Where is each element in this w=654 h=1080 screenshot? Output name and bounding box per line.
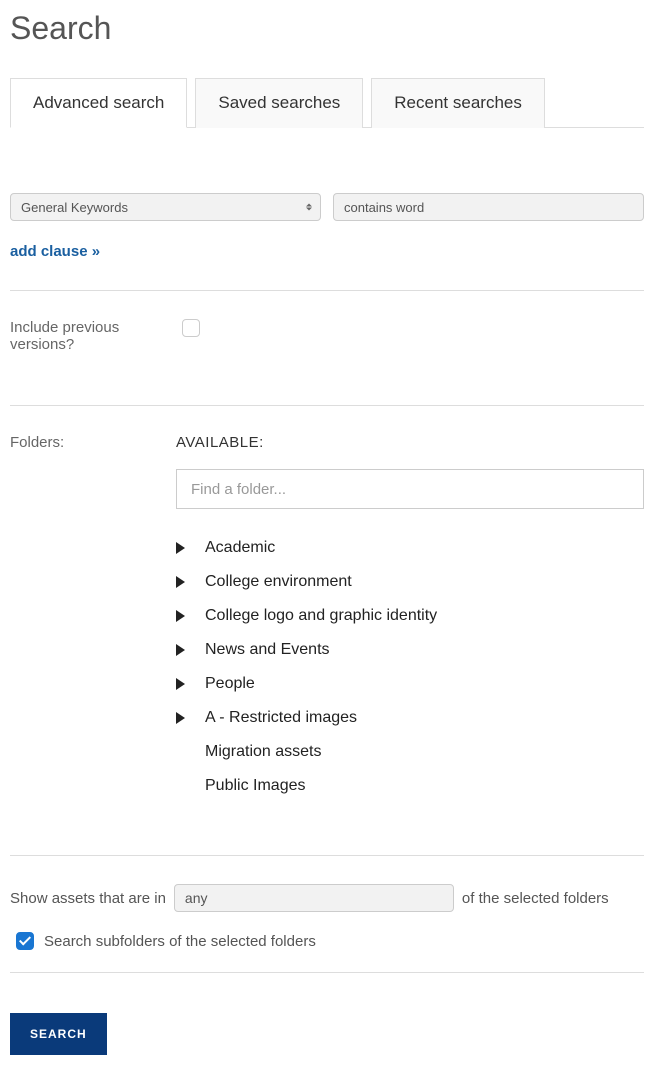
- clause-row: General Keywords contains word: [10, 193, 644, 221]
- folder-label: Migration assets: [205, 743, 322, 761]
- folders-label: Folders:: [10, 434, 176, 451]
- folder-label: Public Images: [205, 777, 306, 795]
- search-subfolders-checkbox[interactable]: [16, 932, 34, 950]
- expand-icon[interactable]: [176, 644, 185, 656]
- expand-icon[interactable]: [176, 576, 185, 588]
- available-label: AVAILABLE:: [176, 434, 644, 451]
- field-select[interactable]: General Keywords: [10, 193, 321, 221]
- folder-label: A - Restricted images: [205, 709, 357, 727]
- folder-label: Academic: [205, 539, 275, 557]
- folder-item[interactable]: News and Events: [176, 633, 644, 667]
- previous-versions-label: Include previous versions?: [10, 319, 176, 353]
- folder-tree: Academic College environment College log…: [176, 531, 644, 803]
- search-button[interactable]: SEARCH: [10, 1013, 107, 1055]
- assets-filter-suffix: of the selected folders: [462, 890, 609, 907]
- folder-item[interactable]: People: [176, 667, 644, 701]
- expand-icon[interactable]: [176, 712, 185, 724]
- search-subfolders-label: Search subfolders of the selected folder…: [44, 933, 316, 950]
- folder-label: People: [205, 675, 255, 693]
- assets-mode-value: any: [185, 890, 208, 906]
- folder-item[interactable]: A - Restricted images: [176, 701, 644, 735]
- tab-saved-searches[interactable]: Saved searches: [195, 78, 363, 128]
- expand-icon[interactable]: [176, 610, 185, 622]
- folder-label: College logo and graphic identity: [205, 607, 437, 625]
- assets-filter-section: Show assets that are in any of the selec…: [10, 855, 644, 973]
- assets-filter-prefix: Show assets that are in: [10, 890, 166, 907]
- field-select-value: General Keywords: [21, 200, 128, 215]
- folder-label: College environment: [205, 573, 352, 591]
- folder-label: News and Events: [205, 641, 330, 659]
- page-title: Search: [10, 10, 644, 47]
- operator-select-value: contains word: [344, 200, 424, 215]
- assets-mode-select[interactable]: any: [174, 884, 454, 912]
- previous-versions-checkbox[interactable]: [182, 319, 200, 337]
- add-clause-link[interactable]: add clause »: [10, 243, 100, 260]
- find-folder-input[interactable]: [176, 469, 644, 509]
- expand-icon[interactable]: [176, 542, 185, 554]
- previous-versions-section: Include previous versions?: [10, 290, 644, 375]
- tabs-container: Advanced search Saved searches Recent se…: [10, 77, 644, 128]
- folder-item[interactable]: College logo and graphic identity: [176, 599, 644, 633]
- operator-select[interactable]: contains word: [333, 193, 644, 221]
- folder-item[interactable]: Public Images: [176, 769, 644, 803]
- folders-section: Folders: AVAILABLE: Academic College env…: [10, 405, 644, 825]
- tab-advanced-search[interactable]: Advanced search: [10, 78, 187, 128]
- folder-item[interactable]: College environment: [176, 565, 644, 599]
- tab-recent-searches[interactable]: Recent searches: [371, 78, 545, 128]
- updown-icon: [306, 204, 312, 211]
- folder-item[interactable]: Academic: [176, 531, 644, 565]
- expand-icon[interactable]: [176, 678, 185, 690]
- folder-item[interactable]: Migration assets: [176, 735, 644, 769]
